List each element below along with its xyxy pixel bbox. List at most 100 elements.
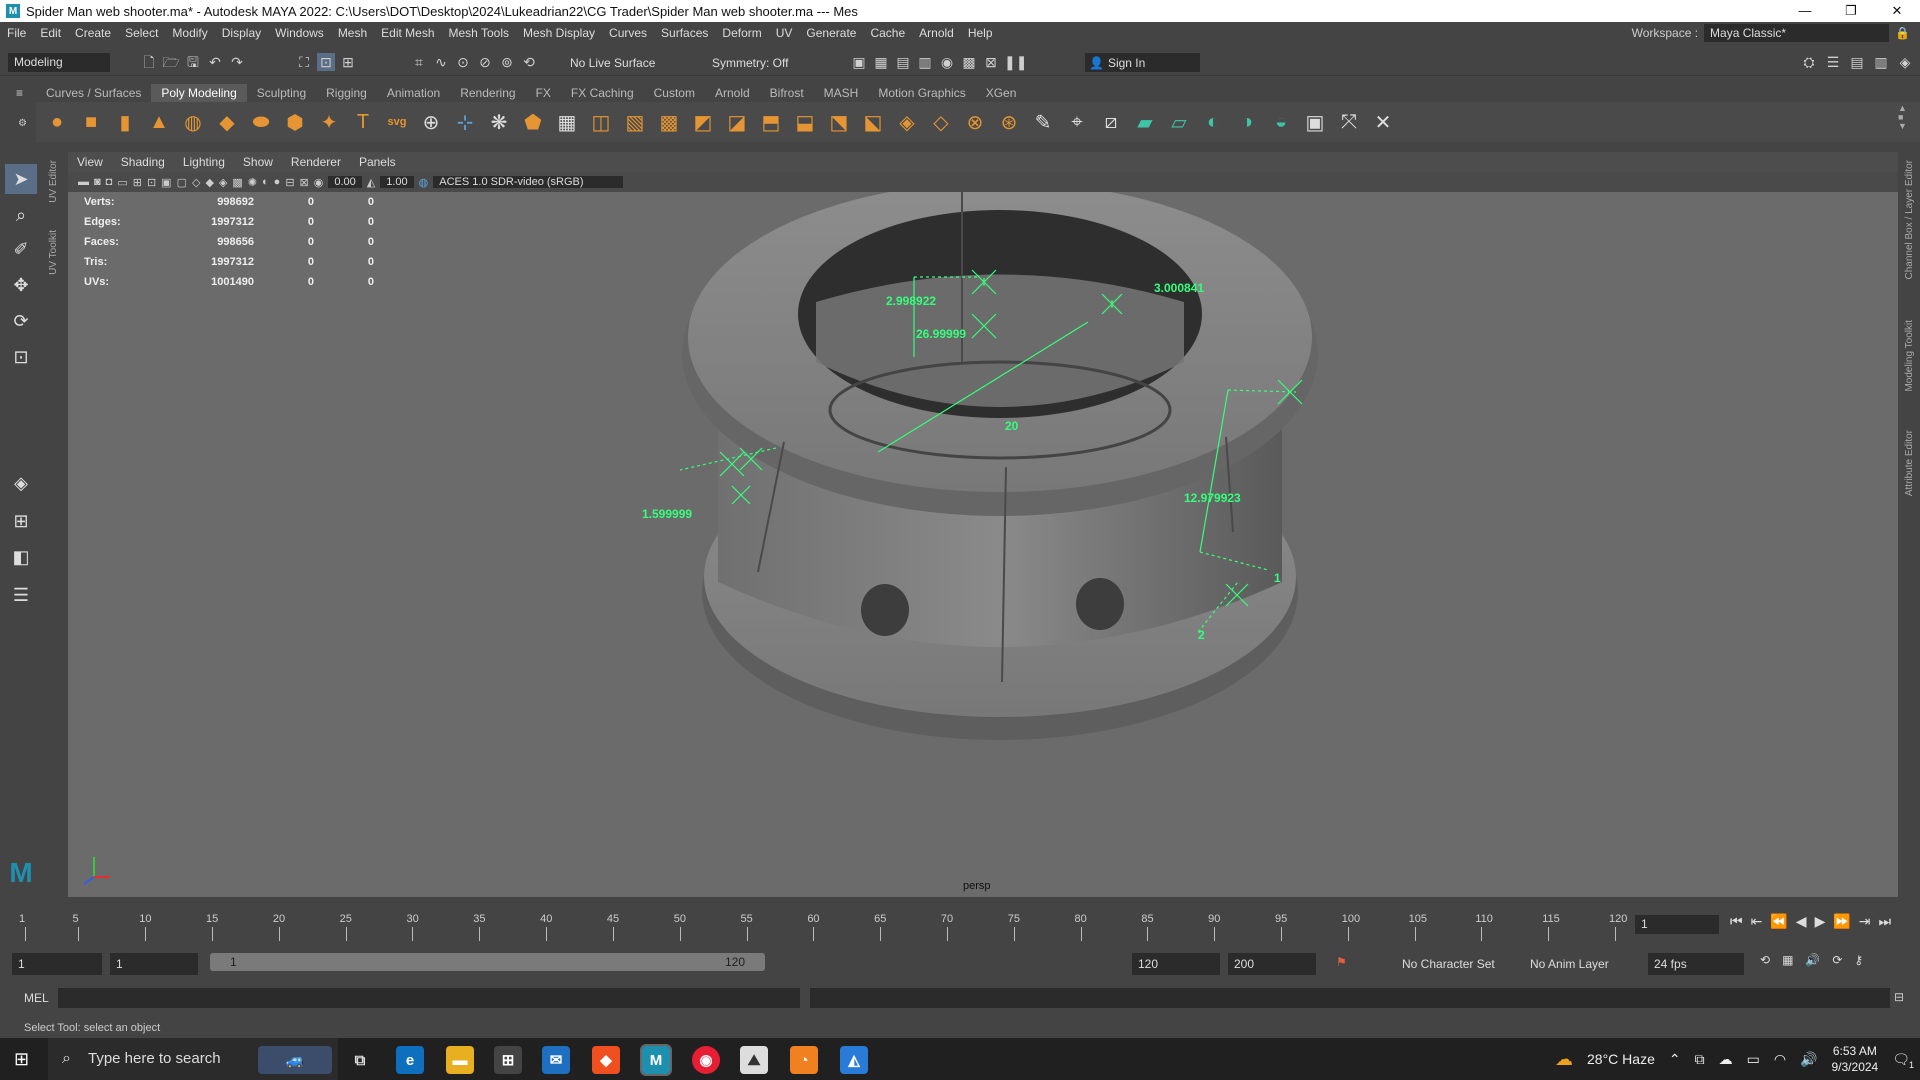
merge-icon[interactable]: ⊛ xyxy=(994,107,1024,137)
snap-view-icon[interactable]: ⊘ xyxy=(476,53,494,71)
exposure-field[interactable]: 0.00 xyxy=(328,176,362,188)
menu-generate[interactable]: Generate xyxy=(799,26,863,40)
play-backward-icon[interactable]: ◀ xyxy=(1796,913,1807,930)
shelf-tab-rigging[interactable]: Rigging xyxy=(316,84,377,102)
wireframe-icon[interactable]: ◇ xyxy=(192,176,200,189)
menu-create[interactable]: Create xyxy=(68,26,118,40)
close-button[interactable]: ✕ xyxy=(1874,0,1920,22)
edge-browser-icon[interactable]: e xyxy=(396,1046,424,1074)
shelf-tab-animation[interactable]: Animation xyxy=(377,84,450,102)
wireframe-on-shaded-icon[interactable]: ◈ xyxy=(219,176,227,189)
render-frame-icon[interactable]: ▦ xyxy=(872,53,890,71)
menu-surfaces[interactable]: Surfaces xyxy=(654,26,715,40)
edge-loop-icon[interactable]: ⧄ xyxy=(1096,107,1126,137)
gamma-icon[interactable]: ◭ xyxy=(367,176,375,189)
photos-icon[interactable]: ⛰ xyxy=(740,1046,768,1074)
shelf-tab-rendering[interactable]: Rendering xyxy=(450,84,525,102)
shelf-menu-icon[interactable]: ≡ xyxy=(16,86,23,100)
symmetry-dropdown[interactable]: Symmetry: Off xyxy=(712,53,788,73)
pause-icon[interactable]: ❚❚ xyxy=(1004,53,1027,71)
go-to-start-icon[interactable]: ⏮ xyxy=(1730,913,1743,930)
menu-mesh-tools[interactable]: Mesh Tools xyxy=(442,26,516,40)
select-component-icon[interactable]: ⊞ xyxy=(339,53,357,71)
menu-edit[interactable]: Edit xyxy=(33,26,68,40)
append-icon[interactable]: ⬓ xyxy=(790,107,820,137)
image-plane-icon[interactable]: ▭ xyxy=(117,176,127,189)
mel-label[interactable]: MEL xyxy=(24,991,49,1005)
single-view-icon[interactable]: ◈ xyxy=(5,468,37,498)
menu-curves[interactable]: Curves xyxy=(602,26,654,40)
measure-icon[interactable]: ⊹ xyxy=(450,107,480,137)
poly-torus-icon[interactable]: ◍ xyxy=(178,107,208,137)
arnold-render-icon[interactable]: ▩ xyxy=(960,53,978,71)
bridge-icon[interactable]: ▩ xyxy=(654,107,684,137)
mail-icon[interactable]: ✉ xyxy=(542,1046,570,1074)
wifi-icon[interactable]: ◠ xyxy=(1774,1051,1786,1068)
smooth-shade-icon[interactable]: ◆ xyxy=(205,176,213,189)
platonic-solid-icon[interactable]: ⬢ xyxy=(280,107,310,137)
redo-icon[interactable]: ↷ xyxy=(228,53,246,71)
lights-icon[interactable]: ✺ xyxy=(248,176,257,189)
menu-display[interactable]: Display xyxy=(215,26,268,40)
separate-icon[interactable]: ▦ xyxy=(552,107,582,137)
key-icon[interactable]: ⚷ xyxy=(1854,953,1863,967)
microsoft-store-icon[interactable]: ⊞ xyxy=(494,1046,522,1074)
clock[interactable]: 6:53 AM 9/3/2024 xyxy=(1832,1043,1879,1075)
step-forward-key-icon[interactable]: ⇥ xyxy=(1859,913,1871,930)
onedrive-icon[interactable]: ☁ xyxy=(1719,1051,1733,1068)
channel-box-icon[interactable]: ▥ xyxy=(1872,53,1890,71)
sign-in-dropdown[interactable]: 👤 Sign In xyxy=(1085,53,1200,72)
uv-editor-tab[interactable]: UV Editor xyxy=(48,160,59,203)
color-management-icon[interactable]: ◍ xyxy=(419,176,429,189)
auto-key-icon[interactable]: ⚑ xyxy=(1336,955,1347,969)
workspace-dropdown[interactable]: Maya Classic* xyxy=(1704,24,1890,42)
shelf-tab-xgen[interactable]: XGen xyxy=(976,84,1027,102)
snap-grid-icon[interactable]: ⌗ xyxy=(410,53,428,71)
weather-text[interactable]: 28°C Haze xyxy=(1587,1051,1655,1067)
sound-icon[interactable]: 🔊 xyxy=(1805,953,1820,967)
brave-browser-icon[interactable]: ◆ xyxy=(592,1046,620,1074)
paint-app-icon[interactable]: ◭ xyxy=(840,1046,868,1074)
snap-point-icon[interactable]: ⊙ xyxy=(454,53,472,71)
textured-icon[interactable]: ▩ xyxy=(232,176,242,189)
menu-mesh[interactable]: Mesh xyxy=(331,26,374,40)
render-view-icon[interactable]: ▣ xyxy=(850,53,868,71)
poly-sphere-icon[interactable]: ● xyxy=(42,107,72,137)
planar-mapping-icon[interactable]: ▰ xyxy=(1130,107,1160,137)
smooth-icon[interactable]: ❋ xyxy=(484,107,514,137)
menu-arnold[interactable]: Arnold xyxy=(912,26,961,40)
shadows-icon[interactable]: ◐ xyxy=(262,176,269,188)
bevel-icon[interactable]: ⬒ xyxy=(756,107,786,137)
tray-app-icon[interactable]: ⧉ xyxy=(1695,1051,1705,1068)
delete-history-icon[interactable]: ✕ xyxy=(1368,107,1398,137)
fill-hole-icon[interactable]: ◩ xyxy=(688,107,718,137)
shelf-tab-sculpting[interactable]: Sculpting xyxy=(247,84,316,102)
xray-icon[interactable]: ⊠ xyxy=(300,176,309,189)
windows-start-icon[interactable]: ⊞ xyxy=(14,1049,29,1070)
lock-icon[interactable]: 🔒 xyxy=(1895,26,1910,40)
camera-attributes-icon[interactable]: ◙ xyxy=(94,176,101,188)
search-highlight-image[interactable]: 🚙 xyxy=(258,1046,332,1074)
automatic-mapping-icon[interactable]: ◑ xyxy=(1232,107,1262,137)
spherical-mapping-icon[interactable]: ◐ xyxy=(1198,107,1228,137)
select-object-icon[interactable]: ⊡ xyxy=(317,53,335,71)
step-back-frame-icon[interactable]: ⏪ xyxy=(1770,913,1787,930)
cylindrical-mapping-icon[interactable]: ▱ xyxy=(1164,107,1194,137)
go-to-end-icon[interactable]: ⏭ xyxy=(1879,913,1892,930)
vp-menu-shading[interactable]: Shading xyxy=(112,152,174,172)
layer-editor-icon[interactable]: ◈ xyxy=(1896,53,1914,71)
vp-menu-view[interactable]: View xyxy=(68,152,112,172)
range-slider[interactable]: 1 120 xyxy=(210,953,765,971)
attribute-editor-tab[interactable]: Attribute Editor xyxy=(1904,430,1915,496)
battery-icon[interactable]: ▭ xyxy=(1747,1051,1760,1068)
animation-prefs-icon[interactable]: ⟳ xyxy=(1832,953,1842,967)
svg-icon[interactable]: svg xyxy=(382,107,412,137)
unfold-icon[interactable]: ▣ xyxy=(1300,107,1330,137)
shelf-tab-mash[interactable]: MASH xyxy=(814,84,869,102)
menu-deform[interactable]: Deform xyxy=(715,26,768,40)
menu-modify[interactable]: Modify xyxy=(165,26,214,40)
shelf-settings-icon[interactable]: ⚙ xyxy=(18,118,27,129)
character-set-dropdown[interactable]: No Character Set xyxy=(1396,953,1514,975)
collapse-icon[interactable]: ⬔ xyxy=(824,107,854,137)
extrude-icon[interactable]: ◪ xyxy=(722,107,752,137)
